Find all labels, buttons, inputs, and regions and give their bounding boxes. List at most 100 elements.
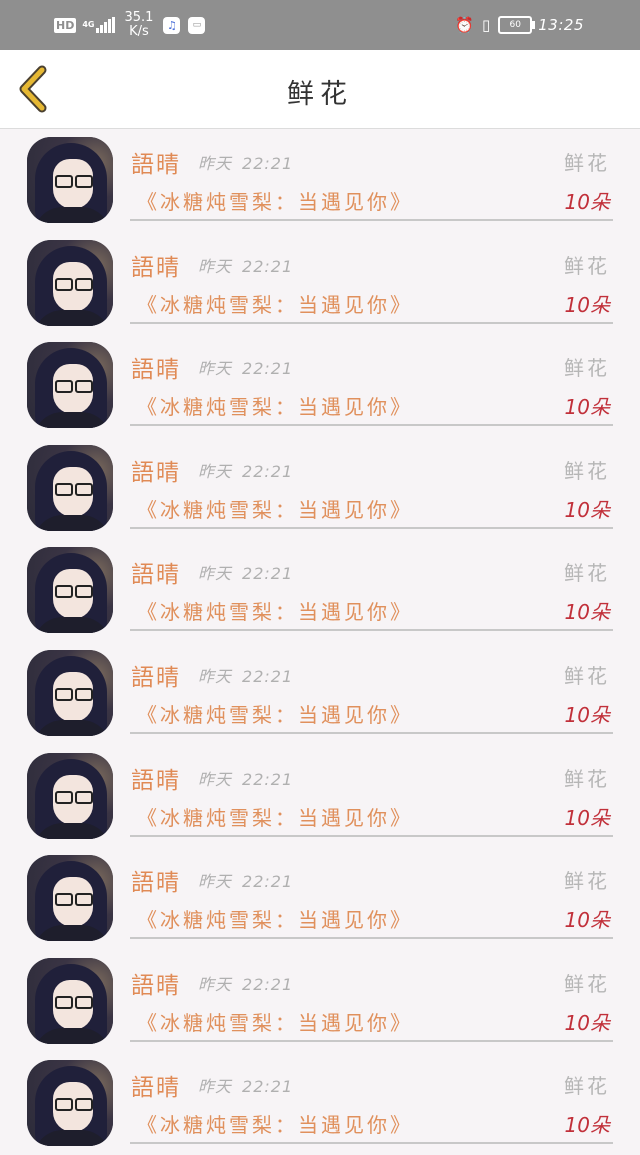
sent-time: 昨天 22:21 bbox=[198, 355, 293, 379]
sent-day: 昨天 bbox=[198, 769, 233, 789]
avatar[interactable] bbox=[27, 342, 113, 429]
network-type: 4G bbox=[82, 20, 95, 29]
sent-time: 昨天 22:21 bbox=[198, 766, 293, 790]
flower-count: 10朵 bbox=[564, 190, 610, 214]
list-item[interactable]: 語晴 昨天 22:21 鲜花 《冰糖炖雪梨：当遇见你》 10朵 bbox=[0, 847, 640, 950]
sent-time: 昨天 22:21 bbox=[198, 150, 293, 174]
status-left: HD 4G 35.1 K/s ♫ ▭ bbox=[54, 10, 213, 40]
sent-day: 昨天 bbox=[198, 564, 233, 584]
flower-count: 10朵 bbox=[564, 497, 610, 522]
row-divider bbox=[130, 219, 613, 221]
list-item[interactable]: 語晴 昨天 22:21 鲜花 《冰糖炖雪梨：当遇见你》 10朵 bbox=[0, 129, 640, 232]
sent-clock: 22:21 bbox=[242, 256, 294, 276]
gift-type: 鲜花 bbox=[564, 1074, 610, 1099]
sender-name[interactable]: 語晴 bbox=[131, 658, 181, 692]
sent-day: 昨天 bbox=[198, 256, 233, 276]
sent-day: 昨天 bbox=[198, 872, 233, 892]
card-app-icon: ▭ bbox=[188, 16, 206, 34]
page-title: 鲜花 bbox=[287, 79, 353, 110]
flower-count: 10朵 bbox=[564, 1010, 610, 1035]
list-item[interactable]: 語晴 昨天 22:21 鲜花 《冰糖炖雪梨：当遇见你》 10朵 bbox=[0, 334, 640, 437]
sent-day: 昨天 bbox=[198, 359, 233, 379]
gift-type: 鲜花 bbox=[564, 356, 610, 381]
sent-time: 昨天 22:21 bbox=[198, 971, 293, 995]
sent-day: 昨天 bbox=[198, 461, 233, 481]
gift-type: 鲜花 bbox=[564, 253, 610, 278]
row-divider bbox=[130, 629, 613, 632]
song-title[interactable]: 《冰糖炖雪梨：当遇见你》 bbox=[137, 596, 413, 625]
song-title[interactable]: 《冰糖炖雪梨：当遇见你》 bbox=[137, 494, 413, 523]
list-item[interactable]: 語晴 昨天 22:21 鲜花 《冰糖炖雪梨：当遇见你》 10朵 bbox=[0, 1052, 640, 1155]
list-item[interactable]: 語晴 昨天 22:21 鲜花 《冰糖炖雪梨：当遇见你》 10朵 bbox=[0, 232, 640, 335]
music-app-icon: ♫ bbox=[163, 16, 181, 34]
flower-count: 10朵 bbox=[564, 395, 610, 420]
speed-unit: K/s bbox=[129, 24, 149, 39]
avatar[interactable] bbox=[27, 547, 113, 634]
row-divider bbox=[130, 526, 613, 529]
song-title[interactable]: 《冰糖炖雪梨：当遇见你》 bbox=[137, 289, 413, 318]
sent-day: 昨天 bbox=[198, 154, 233, 173]
row-divider bbox=[130, 424, 613, 427]
row-divider bbox=[130, 1142, 613, 1145]
avatar[interactable] bbox=[27, 957, 113, 1044]
signal-icon bbox=[96, 17, 116, 33]
sent-clock: 22:21 bbox=[242, 1077, 294, 1097]
song-title[interactable]: 《冰糖炖雪梨：当遇见你》 bbox=[137, 802, 413, 831]
sent-clock: 22:21 bbox=[242, 461, 294, 481]
song-title[interactable]: 《冰糖炖雪梨：当遇见你》 bbox=[137, 904, 413, 933]
sender-name[interactable]: 語晴 bbox=[131, 145, 181, 179]
status-bar: HD 4G 35.1 K/s ♫ ▭ ⏰ ▯ 60 13:25 bbox=[0, 0, 640, 50]
hd-badge: HD bbox=[54, 17, 77, 33]
song-title[interactable]: 《冰糖炖雪梨：当遇见你》 bbox=[137, 699, 413, 728]
row-divider bbox=[130, 731, 613, 734]
sender-name[interactable]: 語晴 bbox=[131, 1068, 181, 1102]
row-divider bbox=[130, 834, 613, 837]
sent-clock: 22:21 bbox=[242, 564, 294, 584]
sent-clock: 22:21 bbox=[242, 872, 294, 892]
sender-name[interactable]: 語晴 bbox=[131, 863, 181, 897]
sent-clock: 22:21 bbox=[242, 154, 294, 173]
song-title[interactable]: 《冰糖炖雪梨：当遇见你》 bbox=[137, 1109, 413, 1138]
avatar[interactable] bbox=[27, 649, 113, 736]
row-divider bbox=[130, 937, 613, 940]
row-divider bbox=[130, 1039, 613, 1042]
list-item[interactable]: 語晴 昨天 22:21 鲜花 《冰糖炖雪梨：当遇见你》 10朵 bbox=[0, 642, 640, 745]
avatar[interactable] bbox=[27, 444, 113, 531]
avatar[interactable] bbox=[27, 1060, 113, 1147]
gift-type: 鲜花 bbox=[564, 151, 610, 175]
sender-name[interactable]: 語晴 bbox=[131, 966, 181, 1000]
list-item[interactable]: 語晴 昨天 22:21 鲜花 《冰糖炖雪梨：当遇见你》 10朵 bbox=[0, 437, 640, 540]
battery-icon: 60 bbox=[498, 16, 536, 34]
song-title[interactable]: 《冰糖炖雪梨：当遇见你》 bbox=[137, 186, 413, 215]
sent-time: 昨天 22:21 bbox=[198, 868, 293, 892]
list-item[interactable]: 語晴 昨天 22:21 鲜花 《冰糖炖雪梨：当遇见你》 10朵 bbox=[0, 539, 640, 642]
flower-gift-list: 語晴 昨天 22:21 鲜花 《冰糖炖雪梨：当遇见你》 10朵 語晴 昨天 22:2… bbox=[0, 129, 640, 1155]
avatar[interactable] bbox=[27, 855, 113, 942]
sender-name[interactable]: 語晴 bbox=[131, 453, 181, 487]
song-title[interactable]: 《冰糖炖雪梨：当遇见你》 bbox=[137, 1007, 413, 1036]
song-title[interactable]: 《冰糖炖雪梨：当遇见你》 bbox=[137, 391, 413, 420]
avatar[interactable] bbox=[27, 239, 113, 326]
sent-time: 昨天 22:21 bbox=[198, 663, 293, 687]
gift-type: 鲜花 bbox=[564, 561, 610, 586]
sender-name[interactable]: 語晴 bbox=[131, 248, 181, 282]
flower-count: 10朵 bbox=[564, 702, 610, 727]
sent-time: 昨天 22:21 bbox=[198, 1073, 293, 1097]
sender-name[interactable]: 語晴 bbox=[131, 761, 181, 795]
sent-day: 昨天 bbox=[198, 974, 233, 994]
sent-time: 昨天 22:21 bbox=[198, 560, 293, 584]
flower-count: 10朵 bbox=[564, 292, 610, 317]
sender-name[interactable]: 語晴 bbox=[131, 350, 181, 384]
sent-day: 昨天 bbox=[198, 666, 233, 686]
sent-time: 昨天 22:21 bbox=[198, 253, 293, 277]
sent-day: 昨天 bbox=[198, 1077, 233, 1097]
sender-name[interactable]: 語晴 bbox=[131, 555, 181, 589]
list-item[interactable]: 語晴 昨天 22:21 鲜花 《冰糖炖雪梨：当遇见你》 10朵 bbox=[0, 745, 640, 848]
flower-count: 10朵 bbox=[564, 1113, 610, 1138]
flower-count: 10朵 bbox=[564, 805, 610, 830]
speed-value: 35.1 bbox=[124, 10, 154, 25]
list-item[interactable]: 語晴 昨天 22:21 鲜花 《冰糖炖雪梨：当遇见你》 10朵 bbox=[0, 950, 640, 1053]
avatar[interactable] bbox=[27, 137, 113, 223]
gift-type: 鲜花 bbox=[564, 971, 610, 996]
avatar[interactable] bbox=[27, 752, 113, 839]
